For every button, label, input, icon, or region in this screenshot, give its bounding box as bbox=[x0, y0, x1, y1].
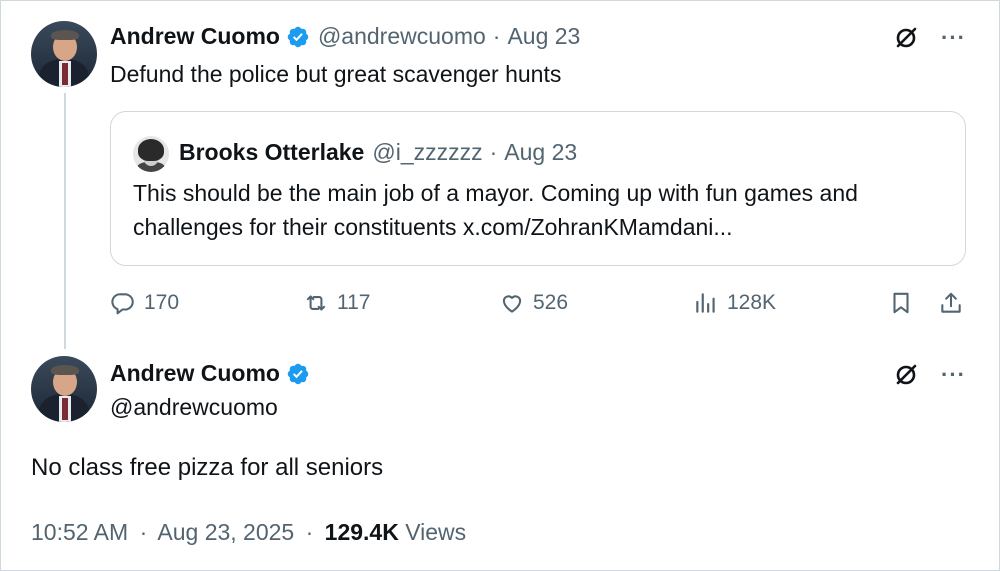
meta-separator: · bbox=[139, 519, 148, 545]
tweet-thread-card: Andrew Cuomo @andrewcuomo · Aug 23 ··· D… bbox=[0, 0, 1000, 571]
like-count: 526 bbox=[533, 291, 569, 314]
quoted-author-avatar bbox=[133, 136, 169, 172]
verified-badge-icon bbox=[287, 26, 309, 47]
main-verified-badge-icon bbox=[287, 363, 309, 384]
author-avatar[interactable] bbox=[31, 21, 97, 87]
main-tweet-text: No class free pizza for all seniors bbox=[31, 454, 384, 481]
tweet-date[interactable]: Aug 23 bbox=[507, 23, 580, 50]
like-button[interactable]: 526 bbox=[499, 290, 568, 316]
repost-icon bbox=[306, 295, 326, 311]
quoted-tweet-card[interactable]: Brooks Otterlake @i_zzzzzz · Aug 23 This… bbox=[110, 111, 966, 266]
quoted-author-handle: @i_zzzzzz bbox=[372, 139, 483, 165]
main-author-name[interactable]: Andrew Cuomo bbox=[110, 360, 280, 387]
parent-tweet-header: Andrew Cuomo @andrewcuomo · Aug 23 bbox=[110, 23, 580, 50]
views-button[interactable]: 128K bbox=[693, 290, 776, 316]
quoted-tweet-text-line-2: challenges for their constituents x.com/… bbox=[133, 214, 733, 240]
author-handle[interactable]: @andrewcuomo bbox=[318, 23, 486, 50]
repost-button[interactable]: 117 bbox=[303, 290, 370, 316]
main-tweet-meta: 10:52 AM · Aug 23, 2025 · 129.4K Views bbox=[31, 519, 466, 546]
main-author-avatar[interactable] bbox=[31, 356, 97, 422]
views-count: 128K bbox=[727, 291, 777, 314]
bookmark-icon[interactable] bbox=[888, 290, 914, 316]
header-separator: · bbox=[492, 23, 501, 49]
author-name[interactable]: Andrew Cuomo bbox=[110, 23, 280, 50]
main-views-label: Views bbox=[405, 519, 467, 545]
quoted-tweet-date: Aug 23 bbox=[504, 139, 578, 165]
repost-count: 117 bbox=[337, 291, 371, 314]
reply-icon bbox=[111, 293, 134, 315]
views-analytics-icon bbox=[696, 293, 715, 313]
main-views-count: 129.4K bbox=[324, 519, 399, 545]
quoted-tweet-header: Brooks Otterlake @i_zzzzzz · Aug 23 bbox=[179, 139, 577, 166]
reply-count: 170 bbox=[144, 291, 180, 314]
main-more-options-icon[interactable]: ··· bbox=[941, 364, 966, 386]
quoted-header-separator: · bbox=[489, 139, 498, 165]
quoted-tweet-text-line-1: This should be the main job of a mayor. … bbox=[133, 180, 858, 206]
main-author-handle[interactable]: @andrewcuomo bbox=[110, 394, 278, 421]
parent-tweet-text: Defund the police but great scavenger hu… bbox=[110, 61, 562, 87]
main-tweet-top-actions: ··· bbox=[893, 362, 966, 388]
quoted-author-name: Brooks Otterlake bbox=[179, 139, 365, 165]
tweet-full-date[interactable]: Aug 23, 2025 bbox=[157, 519, 294, 545]
meta-separator-2: · bbox=[305, 519, 314, 545]
tweet-time[interactable]: 10:52 AM bbox=[31, 519, 128, 545]
grok-icon[interactable] bbox=[893, 25, 919, 51]
more-options-icon[interactable]: ··· bbox=[941, 27, 966, 49]
thread-connector-line bbox=[64, 93, 66, 349]
main-tweet-header: Andrew Cuomo bbox=[110, 360, 318, 387]
reply-button[interactable]: 170 bbox=[110, 290, 179, 316]
share-icon[interactable] bbox=[938, 290, 964, 316]
parent-tweet-top-actions: ··· bbox=[893, 25, 966, 51]
main-grok-icon[interactable] bbox=[893, 362, 919, 388]
heart-icon bbox=[502, 295, 522, 313]
